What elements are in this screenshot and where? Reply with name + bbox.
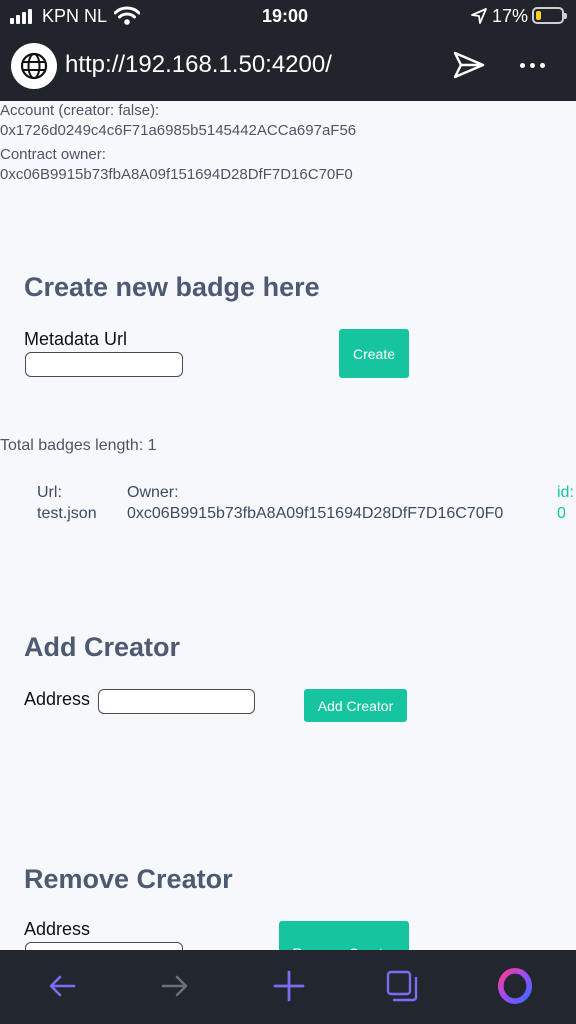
signal-strength-icon	[10, 8, 38, 24]
address-bar-url[interactable]: http://192.168.1.50:4200/	[65, 49, 332, 81]
tabs-button[interactable]	[384, 968, 420, 1004]
contract-owner-address: 0xc06B9915b73fbA8A09f151694D28DfF7D16C70…	[0, 166, 353, 183]
opera-logo-icon	[497, 968, 533, 1004]
carrier-name: KPN NL	[42, 6, 108, 26]
create-badge-heading: Create new badge here	[24, 272, 320, 302]
globe-icon	[20, 52, 48, 80]
url-column-header: Url:	[37, 484, 62, 501]
add-creator-address-input[interactable]	[98, 689, 255, 714]
location-arrow-icon	[471, 8, 487, 24]
arrow-right-icon	[161, 975, 188, 997]
opera-menu-button[interactable]	[497, 968, 533, 1004]
add-creator-address-label: Address	[24, 689, 91, 709]
badge-url: test.json	[37, 505, 97, 522]
badge-owner: 0xc06B9915b73fbA8A09f151694D28DfF7D16C70…	[127, 505, 504, 522]
id-column-header: id:	[557, 484, 574, 501]
new-tab-button[interactable]	[271, 968, 307, 1004]
account-address: 0x1726d0249c4c6F71a6985b5145442ACCa697aF…	[0, 122, 357, 139]
badge-id: 0	[557, 505, 566, 522]
send-icon[interactable]	[452, 50, 486, 80]
site-info-icon[interactable]	[11, 43, 57, 89]
arrow-left-icon	[49, 975, 76, 997]
battery-percentage: 17%	[492, 6, 529, 26]
account-label: Account (creator: false):	[0, 102, 160, 119]
tabs-icon	[386, 970, 418, 1002]
add-creator-button[interactable]: Add Creator	[304, 689, 407, 722]
more-options-icon[interactable]	[518, 55, 548, 75]
battery-icon	[532, 7, 567, 24]
forward-button[interactable]	[157, 968, 193, 1004]
owner-column-header: Owner:	[127, 484, 179, 501]
add-creator-heading: Add Creator	[24, 632, 181, 662]
metadata-url-label: Metadata Url	[24, 329, 128, 349]
wifi-icon	[114, 6, 140, 25]
metadata-url-input[interactable]	[25, 352, 183, 377]
create-button[interactable]: Create	[339, 329, 409, 378]
total-badges-text: Total badges length: 1	[0, 437, 157, 454]
back-button[interactable]	[44, 968, 80, 1004]
clock: 19:00	[262, 6, 309, 26]
remove-creator-address-label: Address	[24, 919, 91, 939]
browser-bottom-bar	[0, 950, 576, 1024]
browser-top-bar: KPN NL 19:00 17% http://192.168.1.50:420…	[0, 0, 576, 101]
plus-icon	[273, 970, 305, 1002]
contract-owner-label: Contract owner:	[0, 146, 106, 163]
remove-creator-heading: Remove Creator	[24, 864, 233, 894]
